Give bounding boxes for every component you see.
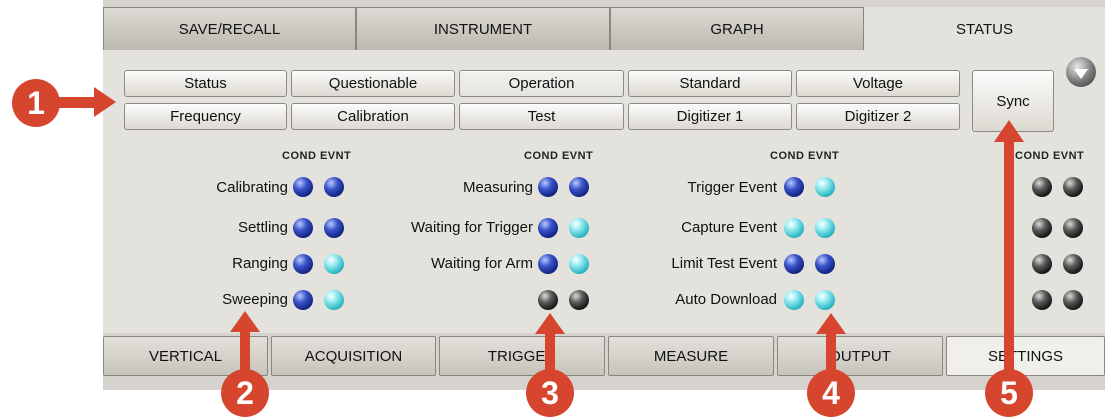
status-led-cond bbox=[784, 254, 804, 274]
callout-arrowhead-3 bbox=[535, 313, 565, 334]
status-led-cond bbox=[1032, 218, 1052, 238]
status-led-evnt bbox=[324, 254, 344, 274]
status-led-cond bbox=[538, 254, 558, 274]
status-led-evnt bbox=[569, 218, 589, 238]
status-led-cond bbox=[293, 177, 313, 197]
status-label: Waiting for Arm bbox=[431, 255, 533, 272]
tab-output[interactable]: OUTPUT bbox=[777, 336, 943, 376]
tab-save-recall[interactable]: SAVE/RECALL bbox=[103, 7, 356, 50]
tab-acquisition[interactable]: ACQUISITION bbox=[271, 336, 436, 376]
status-label: Limit Test Event bbox=[671, 255, 777, 272]
status-led-evnt bbox=[324, 218, 344, 238]
digitizer-1-register-button[interactable]: Digitizer 1 bbox=[628, 103, 792, 130]
status-led-cond bbox=[293, 254, 313, 274]
status-label: Calibrating bbox=[216, 179, 288, 196]
test-register-button[interactable]: Test bbox=[459, 103, 624, 130]
column-header-group-3: COND EVNT bbox=[770, 150, 840, 162]
status-led-cond bbox=[538, 177, 558, 197]
tab-graph[interactable]: GRAPH bbox=[610, 7, 864, 50]
tab-instrument[interactable]: INSTRUMENT bbox=[356, 7, 610, 50]
status-led-cond bbox=[538, 290, 558, 310]
callout-arrow-5 bbox=[1004, 140, 1014, 385]
status-led-cond bbox=[538, 218, 558, 238]
calibration-register-button[interactable]: Calibration bbox=[291, 103, 455, 130]
tab-trigger[interactable]: TRIGGER bbox=[439, 336, 605, 376]
status-led-evnt bbox=[569, 254, 589, 274]
status-label: Trigger Event bbox=[687, 179, 777, 196]
column-header-group-4: COND EVNT bbox=[1015, 150, 1085, 162]
status-led-evnt bbox=[815, 254, 835, 274]
status-led-cond bbox=[784, 290, 804, 310]
column-header-group-2: COND EVNT bbox=[524, 150, 594, 162]
callout-arrowhead-5 bbox=[994, 120, 1024, 142]
status-led-evnt bbox=[569, 177, 589, 197]
status-led-cond bbox=[293, 218, 313, 238]
voltage-register-button[interactable]: Voltage bbox=[796, 70, 960, 97]
standard-register-button[interactable]: Standard bbox=[628, 70, 792, 97]
status-led-evnt bbox=[815, 218, 835, 238]
questionable-register-button[interactable]: Questionable bbox=[291, 70, 455, 97]
status-label: Sweeping bbox=[222, 291, 288, 308]
dropdown-menu-icon[interactable] bbox=[1066, 57, 1096, 87]
status-led-cond bbox=[1032, 290, 1052, 310]
status-led-evnt bbox=[569, 290, 589, 310]
status-led-evnt bbox=[815, 290, 835, 310]
column-header-group-1: COND EVNT bbox=[282, 150, 352, 162]
status-register-button[interactable]: Status bbox=[124, 70, 287, 97]
status-label: Capture Event bbox=[681, 219, 777, 236]
status-led-evnt bbox=[324, 177, 344, 197]
status-label: Ranging bbox=[232, 255, 288, 272]
callout-arrowhead-2 bbox=[230, 311, 260, 332]
tab-status[interactable]: STATUS bbox=[864, 7, 1105, 51]
status-led-evnt bbox=[815, 177, 835, 197]
status-led-cond bbox=[784, 177, 804, 197]
digitizer-2-register-button[interactable]: Digitizer 2 bbox=[796, 103, 960, 130]
status-led-cond bbox=[1032, 177, 1052, 197]
status-led-cond bbox=[784, 218, 804, 238]
status-led-cond bbox=[1032, 254, 1052, 274]
status-label: Auto Download bbox=[675, 291, 777, 308]
operation-register-button[interactable]: Operation bbox=[459, 70, 624, 97]
status-label: Settling bbox=[237, 219, 288, 236]
status-led-evnt bbox=[324, 290, 344, 310]
callout-badge-1: 1 bbox=[12, 79, 60, 127]
callout-badge-3: 3 bbox=[526, 369, 574, 417]
status-label: Measuring bbox=[462, 179, 533, 196]
callout-arrowhead-1 bbox=[94, 87, 116, 117]
callout-badge-2: 2 bbox=[221, 369, 269, 417]
callout-badge-5: 5 bbox=[985, 369, 1033, 417]
callout-arrowhead-4 bbox=[816, 313, 846, 334]
callout-badge-4: 4 bbox=[807, 369, 855, 417]
status-led-evnt bbox=[1063, 218, 1083, 238]
frequency-register-button[interactable]: Frequency bbox=[124, 103, 287, 130]
tab-settings[interactable]: SETTINGS bbox=[946, 336, 1105, 376]
status-led-evnt bbox=[1063, 290, 1083, 310]
status-led-cond bbox=[293, 290, 313, 310]
status-led-evnt bbox=[1063, 254, 1083, 274]
status-led-evnt bbox=[1063, 177, 1083, 197]
status-label: Waiting for Trigger bbox=[411, 219, 533, 236]
tab-measure[interactable]: MEASURE bbox=[608, 336, 774, 376]
